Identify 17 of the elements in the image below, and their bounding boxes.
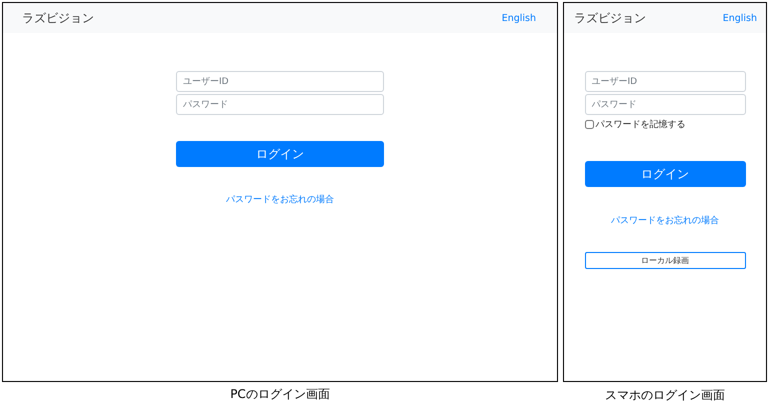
password-field[interactable]: パスワード	[584, 94, 746, 115]
language-link[interactable]: English	[502, 12, 536, 24]
local-recording-button[interactable]: ローカル録画	[584, 252, 746, 269]
remember-label: パスワードを記憶する	[596, 118, 686, 131]
screen-caption: PCのログイン画面	[230, 386, 330, 403]
screen-caption: スマホのログイン画面	[605, 387, 725, 404]
forgot-password-link[interactable]: パスワードをお忘れの場合	[226, 193, 334, 206]
password-field[interactable]: パスワード	[176, 94, 384, 115]
user-id-field[interactable]: ユーザーID	[176, 71, 384, 92]
remember-checkbox[interactable]	[584, 120, 594, 129]
app-title: ラズビジョン	[574, 10, 646, 26]
forgot-password-link[interactable]: パスワードをお忘れの場合	[611, 214, 719, 227]
login-button[interactable]: ログイン	[176, 141, 384, 167]
login-button[interactable]: ログイン	[584, 161, 746, 187]
user-id-field[interactable]: ユーザーID	[584, 71, 746, 92]
app-title: ラズビジョン	[22, 10, 94, 26]
language-link[interactable]: English	[722, 12, 757, 24]
